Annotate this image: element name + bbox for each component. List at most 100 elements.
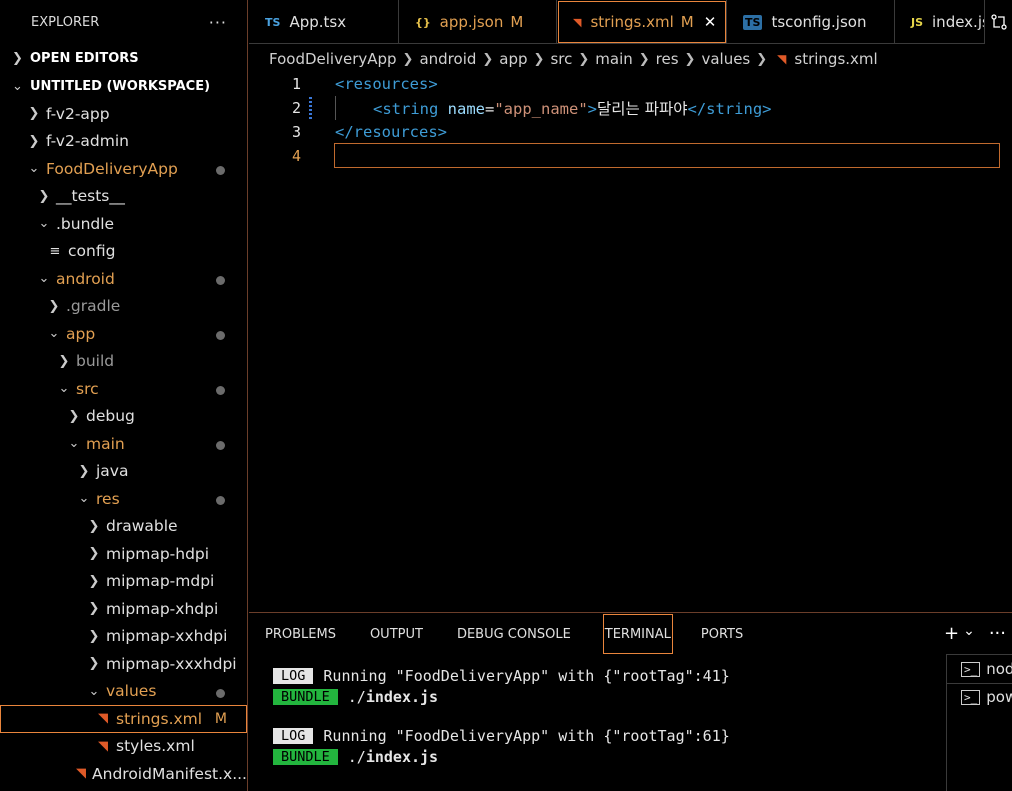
tree-item-main[interactable]: ⌄ main	[0, 430, 247, 458]
tree-item-bundle[interactable]: ⌄ .bundle	[0, 210, 247, 238]
chevron-down-icon[interactable]: ⌄	[963, 623, 975, 644]
rss-file-icon: ◥	[98, 738, 108, 754]
modified-badge: M	[510, 13, 524, 31]
source-control-compare-icon[interactable]	[984, 0, 1012, 44]
chevron-right-icon: ❯	[684, 51, 696, 67]
rss-file-icon: ◥	[98, 711, 108, 727]
terminal-output[interactable]: LOG Running "FoodDeliveryApp" with {"roo…	[273, 665, 945, 767]
panel-actions: + ⌄ ···	[944, 623, 1006, 644]
tree-item-label: f-v2-app	[46, 104, 110, 123]
tree-item-styles-xml[interactable]: ◥ styles.xml	[0, 733, 247, 761]
code-editor[interactable]: 1 <resources> 2 <string name="app_name">…	[249, 72, 1012, 612]
tab-app-json[interactable]: {} app.json M	[399, 0, 557, 44]
terminal-instance[interactable]: >_ nod	[946, 654, 1012, 684]
tree-item-mipmap-xxhdpi[interactable]: ❯ mipmap-xxhdpi	[0, 623, 247, 651]
workspace-label: UNTITLED (WORKSPACE)	[30, 78, 211, 94]
terminal-file: index.js	[365, 747, 439, 766]
tree-item-androidmanifest[interactable]: ◥ AndroidManifest.x...	[0, 760, 247, 788]
file-tree: ❯ f-v2-app ❯ f-v2-admin ⌄ FoodDeliveryAp…	[0, 100, 247, 788]
tree-item-gradle[interactable]: ❯ .gradle	[0, 293, 247, 321]
tab-terminal[interactable]: TERMINAL	[602, 614, 673, 654]
chevron-down-icon: ⌄	[58, 381, 70, 397]
terminal-line: BUNDLE ./index.js	[273, 746, 945, 767]
breadcrumb-item[interactable]: main	[595, 50, 632, 68]
breadcrumb-item[interactable]: app	[499, 50, 527, 68]
chevron-right-icon: ❯	[28, 133, 40, 149]
tab-app-tsx[interactable]: TS App.tsx	[249, 0, 399, 44]
tab-tsconfig-json[interactable]: TS tsconfig.json	[727, 0, 895, 44]
terminal-text: ./	[347, 687, 366, 706]
tree-item-res[interactable]: ⌄ res	[0, 485, 247, 513]
tree-item-app[interactable]: ⌄ app	[0, 320, 247, 348]
tab-ports[interactable]: PORTS	[699, 614, 745, 654]
terminal-instance[interactable]: >_ pow	[947, 683, 1012, 711]
tree-item-label: styles.xml	[116, 737, 195, 756]
tree-item-label: mipmap-xxxhdpi	[106, 654, 237, 673]
chevron-right-icon: ❯	[533, 51, 545, 67]
workspace-section[interactable]: ⌄ UNTITLED (WORKSPACE)	[0, 72, 247, 100]
xml-attr-value: "app_name"	[494, 100, 588, 118]
tree-item-strings-xml[interactable]: ◥ strings.xml M	[0, 705, 247, 733]
breadcrumb-item[interactable]: values	[701, 50, 750, 68]
xml-open-tag: <resources>	[335, 75, 438, 93]
tree-item-label: __tests__	[56, 187, 125, 206]
more-actions-icon[interactable]: ···	[209, 13, 227, 32]
tree-item-label: build	[76, 352, 115, 371]
tab-debug-console[interactable]: DEBUG CONSOLE	[455, 614, 573, 654]
terminal-instance-label: nod	[986, 660, 1012, 678]
xml-tag: <string	[373, 100, 439, 118]
line-number: 2	[291, 99, 301, 117]
tree-item-f-v2-admin[interactable]: ❯ f-v2-admin	[0, 128, 247, 156]
breadcrumb-item[interactable]: FoodDeliveryApp	[269, 50, 397, 68]
bundle-badge: BUNDLE	[273, 688, 338, 705]
chevron-right-icon: ❯	[402, 51, 414, 67]
chevron-right-icon: ❯	[88, 518, 100, 534]
bundle-badge: BUNDLE	[273, 748, 338, 765]
tree-item-android[interactable]: ⌄ android	[0, 265, 247, 293]
breadcrumb-item[interactable]: res	[656, 50, 679, 68]
modified-badge: M	[214, 710, 227, 727]
open-editors-section[interactable]: ❯ OPEN EDITORS	[0, 44, 247, 72]
tree-item-debug[interactable]: ❯ debug	[0, 403, 247, 431]
tree-item-mipmap-hdpi[interactable]: ❯ mipmap-hdpi	[0, 540, 247, 568]
tree-item-values[interactable]: ⌄ values	[0, 678, 247, 706]
tree-item-build[interactable]: ❯ build	[0, 348, 247, 376]
more-actions-icon[interactable]: ···	[989, 623, 1006, 644]
tree-item-label: .gradle	[66, 297, 121, 316]
tree-item-mipmap-mdpi[interactable]: ❯ mipmap-mdpi	[0, 568, 247, 596]
tree-item-tests[interactable]: ❯ __tests__	[0, 183, 247, 211]
tree-item-label: strings.xml	[116, 709, 203, 728]
breadcrumb-item[interactable]: strings.xml	[794, 50, 877, 68]
tab-problems[interactable]: PROBLEMS	[263, 614, 338, 654]
close-icon[interactable]: ✕	[704, 13, 717, 31]
breadcrumb-item[interactable]: src	[550, 50, 572, 68]
chevron-down-icon: ⌄	[38, 216, 50, 232]
code-line: 3 </resources>	[249, 120, 1012, 144]
chevron-right-icon: ❯	[88, 573, 100, 589]
chevron-right-icon: ❯	[88, 546, 100, 562]
tree-item-f-v2-app[interactable]: ❯ f-v2-app	[0, 100, 247, 128]
chevron-right-icon: ❯	[88, 628, 100, 644]
tree-item-config[interactable]: ≡ config	[0, 238, 247, 266]
tree-item-fooddeliveryapp[interactable]: ⌄ FoodDeliveryApp	[0, 155, 247, 183]
chevron-down-icon: ⌄	[88, 683, 100, 699]
tree-item-src[interactable]: ⌄ src	[0, 375, 247, 403]
tree-item-label: FoodDeliveryApp	[46, 159, 178, 178]
tree-item-mipmap-xhdpi[interactable]: ❯ mipmap-xhdpi	[0, 595, 247, 623]
code-content: <string name="app_name">달리는 파파야</string>	[373, 97, 772, 119]
tsconfig-icon: TS	[743, 14, 763, 30]
breadcrumb-item[interactable]: android	[419, 50, 476, 68]
terminal-text: Running "FoodDeliveryApp" with {"rootTag…	[323, 666, 730, 685]
tree-item-mipmap-xxxhdpi[interactable]: ❯ mipmap-xxxhdpi	[0, 650, 247, 678]
tree-item-label: android	[56, 269, 115, 288]
tab-strings-xml[interactable]: ◥ strings.xml M ✕	[557, 0, 727, 44]
xml-text: 달리는 파파야	[597, 100, 688, 118]
tree-item-java[interactable]: ❯ java	[0, 458, 247, 486]
add-terminal-icon[interactable]: +	[944, 623, 959, 644]
modified-badge: M	[680, 13, 694, 31]
terminal-line: LOG Running "FoodDeliveryApp" with {"roo…	[273, 665, 945, 686]
tab-output[interactable]: OUTPUT	[368, 614, 425, 654]
tree-item-drawable[interactable]: ❯ drawable	[0, 513, 247, 541]
log-badge: LOG	[273, 727, 314, 744]
chevron-down-icon: ⌄	[48, 326, 60, 342]
